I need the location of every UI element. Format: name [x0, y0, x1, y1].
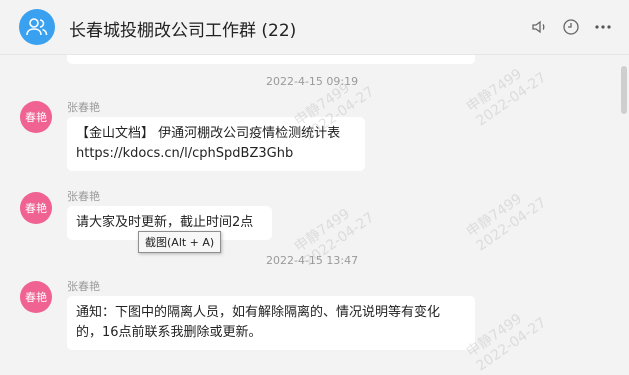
group-icon	[26, 18, 48, 36]
message-bubble[interactable]: 【金山文档】 伊通河棚改公司疫情检测统计表 https://kdocs.cn/l…	[67, 117, 365, 171]
previous-message-bubble[interactable]	[67, 55, 475, 64]
sender-name: 张春艳	[67, 280, 100, 293]
message-bubble[interactable]: 通知：下图中的隔离人员，如有解除隔离的、情况说明等有变化 的，16点前联系我删除…	[67, 296, 475, 350]
more-options-icon[interactable]	[593, 17, 613, 37]
message-text-line: 通知：下图中的隔离人员，如有解除隔离的、情况说明等有变化	[76, 305, 441, 320]
message-text-line: 的，16点前联系我删除或更新。	[76, 325, 262, 340]
sender-name: 张春艳	[67, 190, 100, 203]
chat-title: 长春城投棚改公司工作群 (22)	[69, 21, 297, 41]
avatar-text: 春艳	[25, 291, 47, 304]
chat-header: 长春城投棚改公司工作群 (22)	[0, 0, 629, 55]
avatar[interactable]: 春艳	[20, 101, 52, 133]
avatar[interactable]: 春艳	[20, 192, 52, 224]
timestamp: 2022-4-15 09:19	[266, 75, 359, 88]
message-text-line: 【金山文档】 伊通河棚改公司疫情检测统计表	[76, 126, 341, 141]
sender-name: 张春艳	[67, 101, 100, 114]
avatar[interactable]: 春艳	[20, 281, 52, 313]
message-link[interactable]: https://kdocs.cn/l/cphSpdBZ3Ghb	[76, 144, 356, 164]
history-clock-icon[interactable]	[561, 17, 581, 37]
message-text: 请大家及时更新，截止时间2点	[76, 215, 254, 230]
avatar-text: 春艳	[25, 111, 47, 124]
screenshot-tooltip: 截图(Alt + A)	[138, 231, 222, 253]
group-avatar[interactable]	[19, 9, 55, 45]
message-list[interactable]: 2022-4-15 09:19 春艳 张春艳 【金山文档】 伊通河棚改公司疫情检…	[0, 55, 629, 352]
timestamp: 2022-4-15 13:47	[266, 254, 359, 267]
avatar-text: 春艳	[25, 202, 47, 215]
speaker-icon[interactable]	[530, 17, 550, 37]
scrollbar[interactable]	[621, 66, 627, 114]
